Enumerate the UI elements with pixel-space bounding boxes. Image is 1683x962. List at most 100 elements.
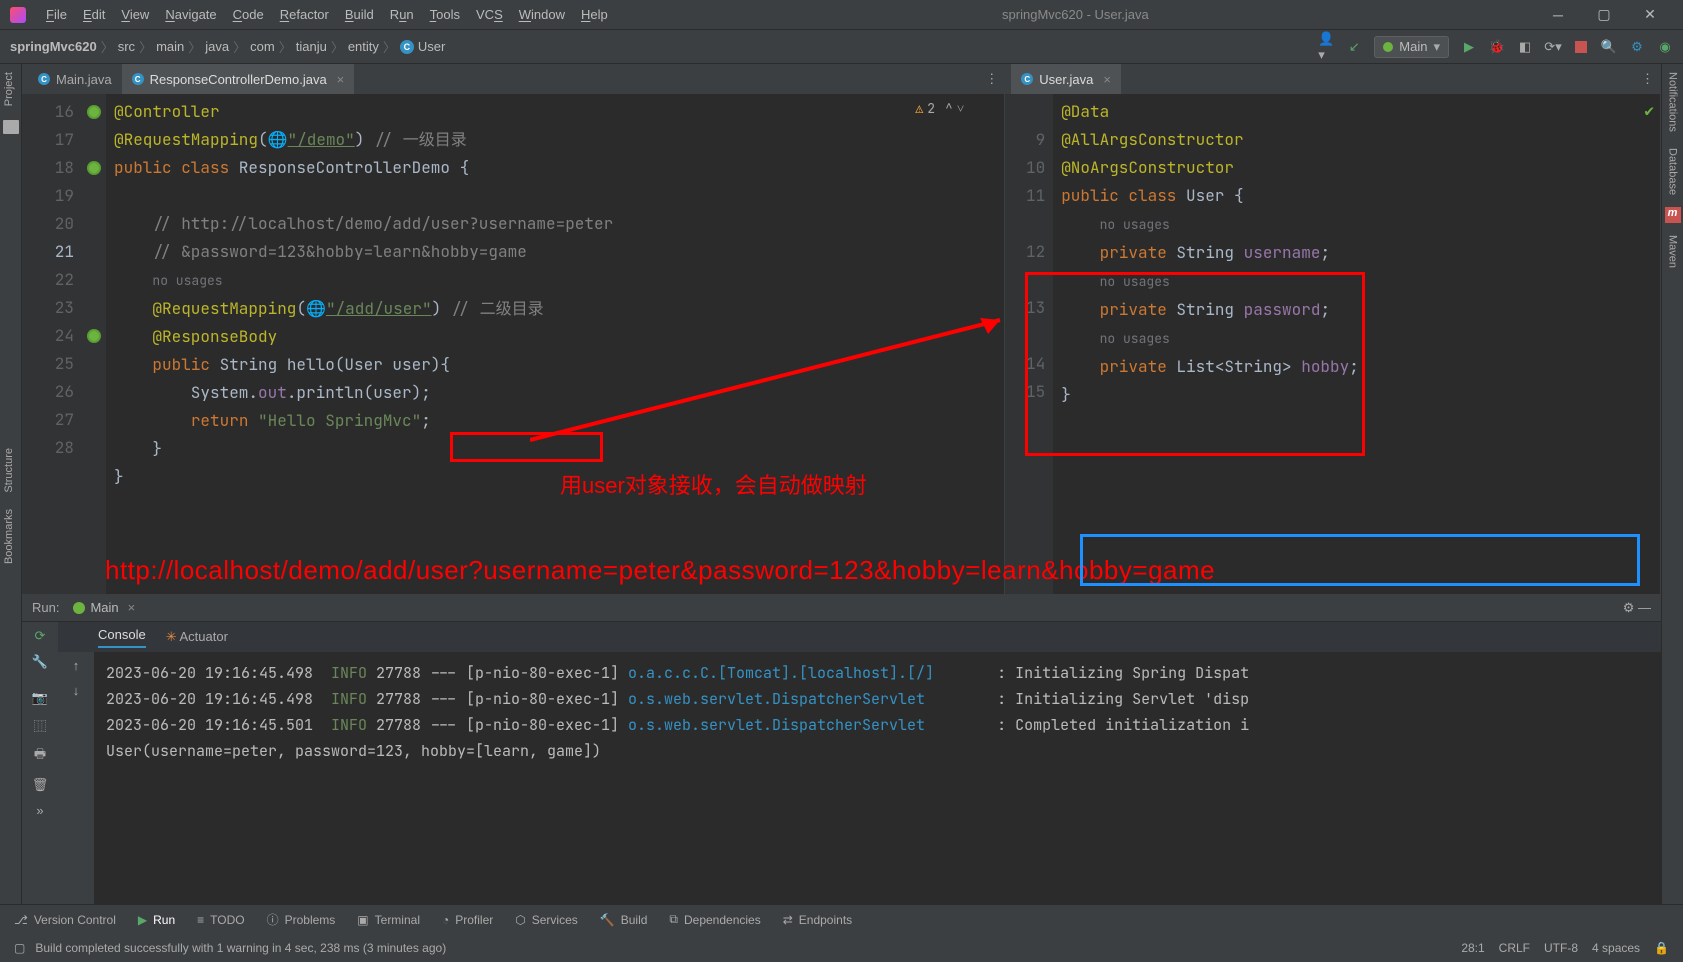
run-side-toolbar: ⟳ 🔧 📷 ⿲ 🖶 🗑 »: [22, 622, 58, 904]
breadcrumb-part[interactable]: com: [250, 39, 275, 54]
breadcrumb[interactable]: springMvc620〉 src〉 main〉 java〉 com〉 tian…: [10, 37, 445, 56]
tab-console[interactable]: Console: [98, 627, 146, 648]
code-area-left[interactable]: 16171819202122232425262728 @Controller @…: [22, 94, 1004, 594]
console-toolbar: ↑ ↓: [58, 652, 94, 904]
editor-split: CMain.java C ResponseControllerDemo.java ×…: [22, 64, 1661, 594]
files-icon[interactable]: [3, 120, 19, 134]
tab-dependencies[interactable]: ⧉Dependencies: [669, 912, 760, 927]
menu-vcs[interactable]: VCS: [468, 7, 511, 22]
tab-responsecontrollerdemo[interactable]: CResponseControllerDemo.java×: [122, 64, 355, 94]
play-icon: ▶: [138, 913, 147, 927]
menu-window[interactable]: Window: [511, 7, 573, 22]
menu-help[interactable]: Help: [573, 7, 616, 22]
breadcrumb-project[interactable]: springMvc620: [10, 39, 97, 54]
lock-icon[interactable]: 🔒: [1654, 941, 1669, 955]
user-add-icon[interactable]: 👤▾: [1318, 39, 1334, 55]
status-encoding[interactable]: UTF-8: [1544, 941, 1578, 955]
inspection-badge[interactable]: ⚠2 ^ ˅: [915, 100, 964, 117]
menu-run[interactable]: Run: [382, 7, 422, 22]
gear-icon[interactable]: ⚙ —: [1623, 600, 1651, 616]
tab-services[interactable]: ⬡Services: [515, 913, 578, 927]
tab-build[interactable]: 🔨Build: [600, 913, 648, 927]
profiler-icon[interactable]: ⟳▾: [1545, 39, 1561, 55]
camera-icon[interactable]: 📷: [32, 690, 48, 706]
menu-refactor[interactable]: Refactor: [272, 7, 337, 22]
close-button[interactable]: ✕: [1627, 6, 1673, 23]
menu-navigate[interactable]: Navigate: [157, 7, 224, 22]
chevron-down-icon: ▾: [1433, 39, 1440, 55]
run-button-icon[interactable]: ▶: [1461, 39, 1477, 55]
layout-icon[interactable]: ⿲: [33, 716, 46, 735]
breadcrumb-part[interactable]: java: [205, 39, 229, 54]
run-config-name: Main: [90, 600, 118, 615]
tab-actuator[interactable]: ✳ Actuator: [166, 629, 228, 645]
breadcrumb-part[interactable]: entity: [348, 39, 379, 54]
tool-bookmarks[interactable]: Bookmarks: [0, 501, 18, 572]
maven-icon[interactable]: m: [1665, 207, 1681, 223]
panel-toggle-icon[interactable]: ▢: [14, 941, 25, 955]
branch-icon: ⎇: [14, 913, 28, 927]
tab-profiler[interactable]: ◔Profiler: [442, 913, 493, 927]
breadcrumb-part[interactable]: main: [156, 39, 184, 54]
tab-more-icon[interactable]: ⋮: [985, 71, 998, 87]
wrench-build-icon[interactable]: 🔧: [32, 654, 48, 670]
class-icon: C: [1021, 73, 1033, 85]
run-config-tab[interactable]: Main ×: [73, 600, 135, 615]
tab-main-java[interactable]: CMain.java: [28, 64, 122, 94]
breadcrumb-part[interactable]: User: [418, 39, 445, 54]
search-icon[interactable]: 🔍: [1601, 39, 1617, 55]
status-caret-pos[interactable]: 28:1: [1461, 941, 1484, 955]
tool-maven[interactable]: Maven: [1664, 227, 1682, 276]
tab-vcs[interactable]: ⎇Version Control: [14, 913, 116, 927]
close-icon[interactable]: ×: [337, 72, 345, 87]
left-tool-stripe: Project Structure Bookmarks: [0, 64, 22, 932]
tool-database[interactable]: Database: [1664, 140, 1682, 203]
stop-button[interactable]: [1573, 39, 1589, 55]
coverage-icon[interactable]: ◧: [1517, 39, 1533, 55]
rerun-icon[interactable]: ⟳: [35, 628, 46, 644]
breadcrumb-part[interactable]: src: [118, 39, 135, 54]
tool-project[interactable]: Project: [0, 64, 18, 114]
down-icon[interactable]: ↓: [73, 683, 80, 698]
code-area-right[interactable]: 91011 12 13 1415 @Data @AllArgsConstruct…: [1005, 94, 1660, 594]
tab-label: ResponseControllerDemo.java: [150, 72, 327, 87]
ide-settings-icon[interactable]: ⚙: [1629, 39, 1645, 55]
status-indent[interactable]: 4 spaces: [1592, 941, 1640, 955]
menu-file[interactable]: File: [38, 7, 75, 22]
maximize-button[interactable]: ▢: [1581, 6, 1627, 23]
debug-button-icon[interactable]: 🐞: [1489, 39, 1505, 55]
console-output[interactable]: 2023-06-20 19:16:45.498 INFO 27788 --- […: [94, 652, 1661, 904]
tab-endpoints[interactable]: ⇄Endpoints: [783, 913, 852, 927]
avatar-icon[interactable]: ◉: [1657, 39, 1673, 55]
close-icon[interactable]: ×: [1103, 72, 1111, 87]
menu-code[interactable]: Code: [225, 7, 272, 22]
code-text[interactable]: @Controller @RequestMapping(🌐"/demo") //…: [106, 94, 1004, 594]
run-config-select[interactable]: Main ▾: [1374, 36, 1449, 58]
breadcrumb-part[interactable]: tianju: [296, 39, 327, 54]
tab-problems[interactable]: ⓘProblems: [267, 911, 336, 928]
inspection-ok-icon[interactable]: ✔: [1644, 100, 1654, 121]
tab-terminal[interactable]: ▣Terminal: [357, 913, 420, 927]
print-icon[interactable]: 🖶: [34, 745, 46, 767]
status-line-ending[interactable]: CRLF: [1499, 941, 1530, 955]
tab-todo[interactable]: ≡TODO: [197, 913, 244, 927]
vcs-update-icon[interactable]: ↙: [1346, 39, 1362, 55]
endpoints-icon: ⇄: [783, 913, 793, 927]
tool-structure[interactable]: Structure: [0, 440, 18, 501]
menu-build[interactable]: Build: [337, 7, 382, 22]
tab-run[interactable]: ▶Run: [138, 913, 175, 927]
up-icon[interactable]: ↑: [73, 658, 80, 673]
tab-user-java[interactable]: CUser.java×: [1011, 64, 1121, 94]
trash-icon[interactable]: 🗑: [32, 777, 49, 793]
tool-notifications[interactable]: Notifications: [1664, 64, 1682, 140]
menu-edit[interactable]: Edit: [75, 7, 113, 22]
code-text[interactable]: @Data @AllArgsConstructor @NoArgsConstru…: [1053, 94, 1660, 594]
editor-tabs-right: CUser.java× ⋮: [1005, 64, 1660, 94]
close-icon[interactable]: ×: [128, 600, 136, 615]
menu-view[interactable]: View: [113, 7, 157, 22]
icon-gutter: [82, 94, 106, 594]
more-icon[interactable]: »: [36, 803, 43, 818]
menu-tools[interactable]: Tools: [422, 7, 468, 22]
tab-more-icon[interactable]: ⋮: [1641, 71, 1654, 87]
minimize-button[interactable]: ─: [1535, 7, 1581, 23]
